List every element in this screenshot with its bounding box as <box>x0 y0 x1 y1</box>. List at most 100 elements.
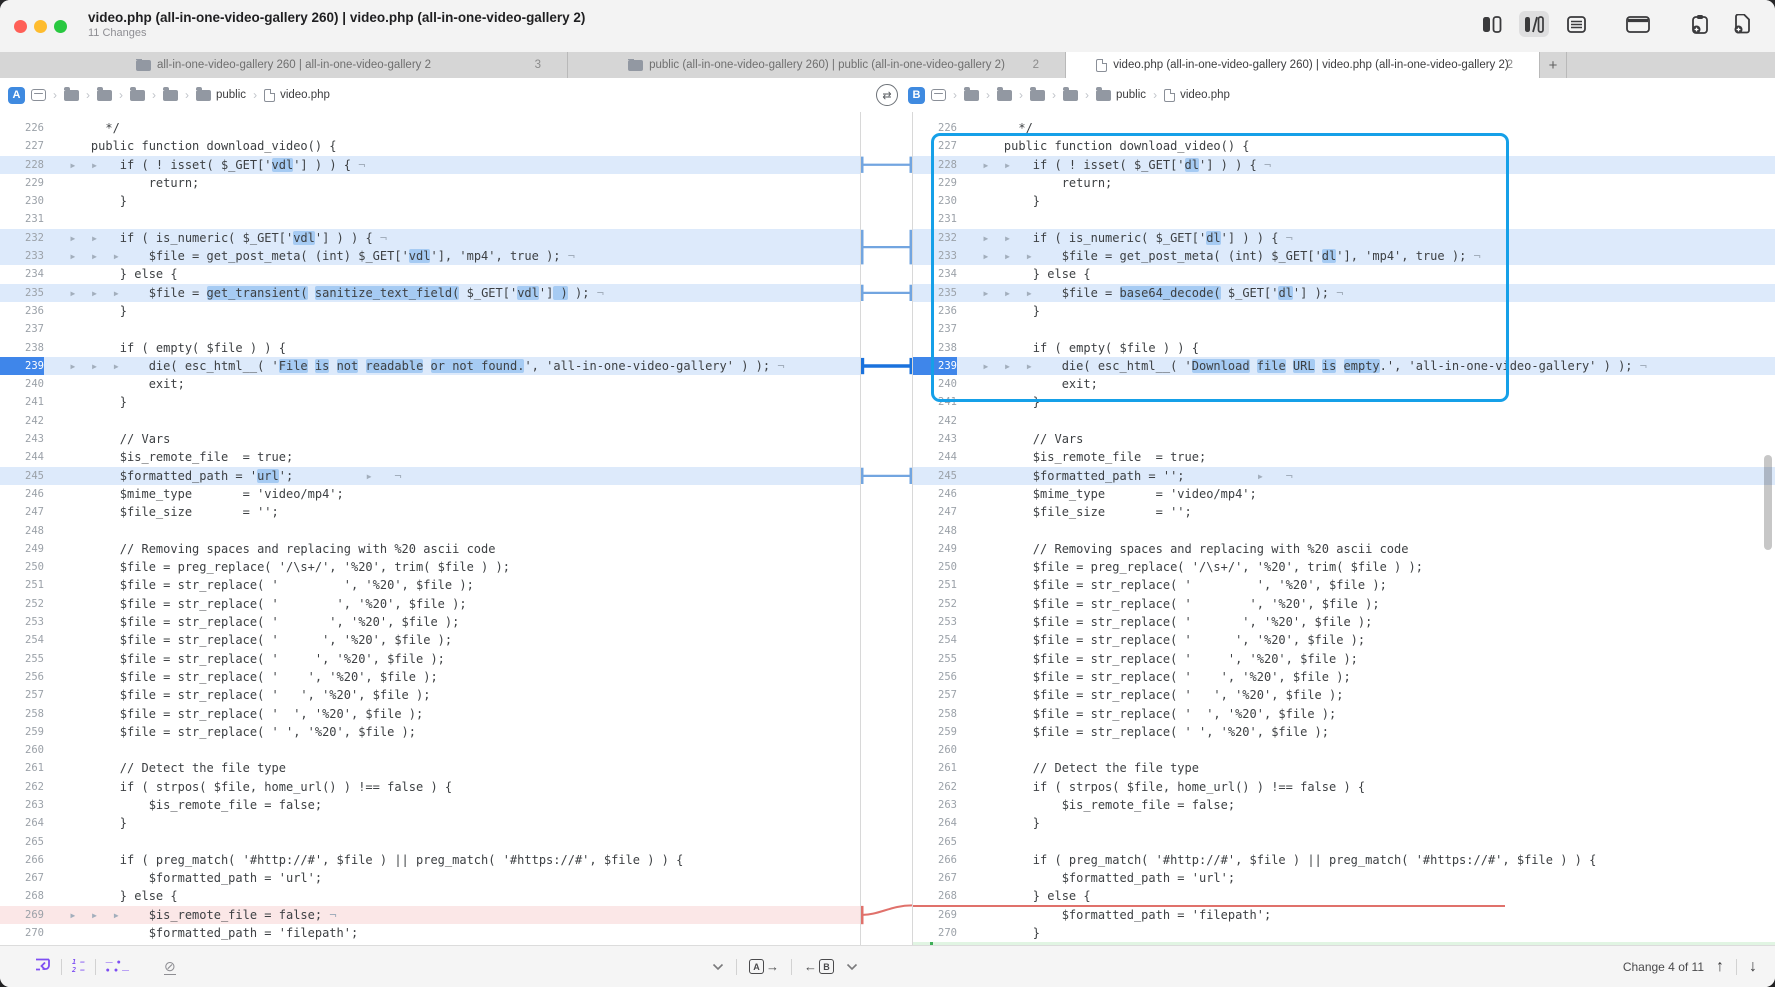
file-shelf-button[interactable] <box>1623 11 1653 37</box>
code-line-b-262: 262 if ( strpos( $file, home_url() ) !==… <box>913 778 1775 796</box>
code-line-b-235[interactable]: 235 ▸ ▸ ▸ $file = base64_decode( $_GET['… <box>913 284 1775 302</box>
code-line-a-245[interactable]: 245 $formatted_path = 'url'; ▸ ¬ <box>0 467 860 485</box>
line-number: 228 <box>913 156 957 174</box>
code-text: if ( strpos( $file, home_url() ) !== fal… <box>62 778 452 796</box>
blocks-layout-button[interactable] <box>1477 11 1507 37</box>
code-line-b-232[interactable]: 232 ▸ ▸ if ( is_numeric( $_GET['dl'] ) )… <box>913 229 1775 247</box>
fluid-layout-button[interactable] <box>1519 11 1549 37</box>
status-bar: 1 —2 — — ●● ● — ⊘ A→ ←B Change 4 of 11 ↑… <box>0 945 1775 987</box>
code-text: $is_remote_file = true; <box>975 448 1206 466</box>
merge-options-chevron-2[interactable] <box>846 963 858 971</box>
code-line-a-246: 246 $mime_type = 'video/mp4'; <box>0 485 860 503</box>
breadcrumb-item[interactable] <box>97 90 112 101</box>
breadcrumb-item-public[interactable]: public <box>196 89 246 101</box>
copy-a-to-b-button[interactable]: A→ <box>749 959 779 974</box>
breadcrumb-item[interactable] <box>1030 90 1045 101</box>
line-numbers-toggle-button[interactable]: 1 —2 — <box>72 959 85 974</box>
code-text: $file = str_replace( ' ', '%20', $file )… <box>975 613 1372 631</box>
code-text: $mime_type = 'video/mp4'; <box>62 485 344 503</box>
code-line-b-239[interactable]: 239 ▸ ▸ ▸ die( esc_html__( 'Download fil… <box>913 357 1775 375</box>
breadcrumb-item-video.php[interactable]: video.php <box>264 89 330 102</box>
breadcrumb-item[interactable] <box>997 90 1012 101</box>
code-line-b-237: 237 <box>913 320 1775 338</box>
breadcrumb-item[interactable] <box>1063 90 1078 101</box>
tab-change-count: 2 <box>1507 59 1513 71</box>
code-line-a-255: 255 $file = str_replace( ' ', '%20', $fi… <box>0 650 860 668</box>
code-line-b-260: 260 <box>913 741 1775 759</box>
code-line-a-232[interactable]: 232 ▸ ▸ if ( is_numeric( $_GET['vdl'] ) … <box>0 229 860 247</box>
previous-change-button[interactable]: ↑ <box>1716 958 1724 976</box>
code-line-b-241: 241 } <box>913 393 1775 411</box>
code-line-b-228[interactable]: 228 ▸ ▸ if ( ! isset( $_GET['dl'] ) ) { … <box>913 156 1775 174</box>
code-line-a-252: 252 $file = str_replace( ' ', '%20', $fi… <box>0 595 860 613</box>
code-line-b-245[interactable]: 245 $formatted_path = ''; ▸ ¬ <box>913 467 1775 485</box>
wrap-lines-button[interactable] <box>34 956 51 978</box>
archive-icon <box>31 89 46 101</box>
breadcrumb-item[interactable] <box>64 90 79 101</box>
file-icon <box>1164 89 1175 102</box>
code-line-a-235[interactable]: 235 ▸ ▸ ▸ $file = get_transient( sanitiz… <box>0 284 860 302</box>
code-text: return; <box>975 174 1112 192</box>
line-number: 253 <box>913 613 957 631</box>
breadcrumb-separator: › <box>1152 88 1158 102</box>
code-line-b-267: 267 $formatted_path = 'url'; <box>913 869 1775 887</box>
copy-b-to-a-button[interactable]: ←B <box>804 959 834 974</box>
merge-options-chevron[interactable] <box>712 963 724 971</box>
code-line-a-239[interactable]: 239 ▸ ▸ ▸ die( esc_html__( 'File is not … <box>0 357 860 375</box>
add-to-clipboard-button[interactable] <box>1685 11 1715 37</box>
breadcrumb-item[interactable] <box>964 90 979 101</box>
window-controls <box>14 20 67 33</box>
code-text: $formatted_path = 'filepath'; <box>62 924 358 942</box>
line-number: 250 <box>913 558 957 576</box>
close-window-button[interactable] <box>14 20 27 33</box>
invisibles-toggle-button[interactable]: — ●● ● — <box>106 960 130 974</box>
vertical-scrollbar[interactable] <box>1764 455 1772 550</box>
next-change-button[interactable]: ↓ <box>1749 958 1757 976</box>
breadcrumb-item[interactable] <box>931 89 946 101</box>
breadcrumb-separator: › <box>1051 88 1057 102</box>
code-text: $file = str_replace( ' ', '%20', $file )… <box>62 705 423 723</box>
breadcrumb-item-video.php[interactable]: video.php <box>1164 89 1230 102</box>
code-line-b-259: 259 $file = str_replace( ' ', '%20', $fi… <box>913 723 1775 741</box>
code-text: if ( strpos( $file, home_url() ) !== fal… <box>975 778 1365 796</box>
code-text: $formatted_path = 'filepath'; <box>975 906 1271 924</box>
new-comparison-button[interactable] <box>1727 11 1757 37</box>
breadcrumb-item[interactable] <box>31 89 46 101</box>
line-number: 248 <box>0 522 44 540</box>
file-icon <box>1096 59 1107 72</box>
tab-change-count: 3 <box>535 59 541 71</box>
file-icon <box>264 89 275 102</box>
code-line-b-243: 243 // Vars <box>913 430 1775 448</box>
breadcrumb-separator: › <box>151 88 157 102</box>
folder-icon <box>163 90 178 101</box>
tab-3[interactable]: video.php (all-in-one-video-gallery 260)… <box>1066 52 1540 78</box>
folder-icon <box>1096 90 1111 101</box>
line-number: 230 <box>913 192 957 210</box>
code-line-a-233[interactable]: 233 ▸ ▸ ▸ $file = get_post_meta( (int) $… <box>0 247 860 265</box>
line-number: 241 <box>913 393 957 411</box>
line-number: 259 <box>0 723 44 741</box>
tab-1[interactable]: all-in-one-video-gallery 260 | all-in-on… <box>0 52 568 78</box>
code-text: $formatted_path = ''; ▸ ¬ <box>975 467 1293 485</box>
hide-unchanged-button[interactable]: ⊘ <box>164 959 176 975</box>
code-text: $formatted_path = 'url'; <box>975 869 1235 887</box>
code-line-a-228[interactable]: 228 ▸ ▸ if ( ! isset( $_GET['vdl'] ) ) {… <box>0 156 860 174</box>
breadcrumb-separator: › <box>85 88 91 102</box>
breadcrumb-item[interactable] <box>163 90 178 101</box>
breadcrumb-item-public[interactable]: public <box>1096 89 1146 101</box>
zoom-window-button[interactable] <box>54 20 67 33</box>
code-text: public function download_video() { <box>975 137 1250 155</box>
new-tab-button[interactable]: + <box>1540 52 1567 78</box>
breadcrumb-item[interactable] <box>130 90 145 101</box>
code-line-a-269[interactable]: 269 ▸ ▸ ▸ $is_remote_file = false; ¬ <box>0 906 860 924</box>
minimize-window-button[interactable] <box>34 20 47 33</box>
code-text: $file = str_replace( ' ', '%20', $file )… <box>62 650 445 668</box>
breadcrumb-b: ⇄ B ›››››public›video.php <box>876 78 1230 112</box>
tab-2[interactable]: public (all-in-one-video-gallery 260) | … <box>568 52 1066 78</box>
code-line-b-233[interactable]: 233 ▸ ▸ ▸ $file = get_post_meta( (int) $… <box>913 247 1775 265</box>
swap-sides-button[interactable]: ⇄ <box>876 84 898 106</box>
line-number: 255 <box>913 650 957 668</box>
line-number: 261 <box>0 759 44 777</box>
breadcrumb-separator: › <box>252 88 258 102</box>
unified-layout-button[interactable] <box>1561 11 1591 37</box>
